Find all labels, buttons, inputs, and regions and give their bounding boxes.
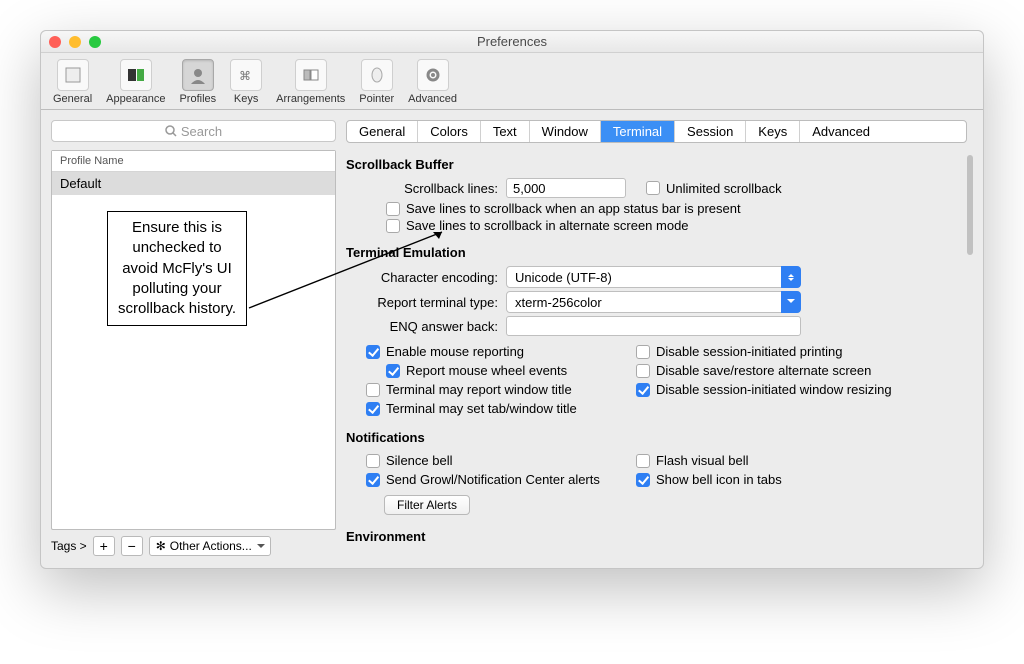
annotation-callout: Ensure this is unchecked to avoid McFly'…	[107, 211, 247, 326]
keys-icon: ⌘	[230, 59, 262, 91]
filter-alerts-button[interactable]: Filter Alerts	[384, 495, 470, 515]
unlimited-scrollback-checkbox[interactable]: Unlimited scrollback	[646, 181, 782, 196]
search-input[interactable]: Search	[51, 120, 336, 142]
other-actions-menu[interactable]: ✻Other Actions...	[149, 536, 271, 556]
toolbar-arrangements[interactable]: Arrangements	[270, 57, 351, 107]
profile-row-default[interactable]: Default	[52, 172, 335, 195]
tab-colors[interactable]: Colors	[418, 121, 481, 142]
scrollbar[interactable]	[967, 155, 973, 544]
set-window-title-checkbox[interactable]: Terminal may set tab/window title	[366, 401, 616, 416]
tab-keys[interactable]: Keys	[746, 121, 800, 142]
tab-window[interactable]: Window	[530, 121, 601, 142]
settings-pane: Scrollback Buffer Scrollback lines: Unli…	[346, 151, 973, 556]
scrollback-lines-field[interactable]	[506, 178, 626, 198]
scrollback-lines-label: Scrollback lines:	[346, 181, 506, 196]
search-icon	[165, 125, 177, 137]
disable-resize-checkbox[interactable]: Disable session-initiated window resizin…	[636, 382, 892, 397]
sidebar-bottom-bar: Tags > + − ✻Other Actions...	[51, 536, 336, 556]
toolbar-keys[interactable]: ⌘Keys	[224, 57, 268, 107]
remove-profile-button[interactable]: −	[121, 536, 143, 556]
enq-label: ENQ answer back:	[346, 319, 506, 334]
tab-session[interactable]: Session	[675, 121, 746, 142]
sidebar: Search Profile Name Default Ensure this …	[51, 120, 336, 556]
profiles-icon	[182, 59, 214, 91]
encoding-label: Character encoding:	[346, 270, 506, 285]
profile-list: Profile Name Default Ensure this is unch…	[51, 150, 336, 530]
tab-terminal[interactable]: Terminal	[601, 121, 675, 142]
main-content: General Colors Text Window Terminal Sess…	[346, 120, 973, 556]
encoding-select[interactable]	[506, 266, 801, 288]
arrangements-icon	[295, 59, 327, 91]
toolbar-advanced[interactable]: Advanced	[402, 57, 463, 107]
tab-advanced[interactable]: Advanced	[800, 121, 882, 142]
toolbar: General Appearance Profiles ⌘Keys Arrang…	[41, 53, 983, 110]
profile-tabs: General Colors Text Window Terminal Sess…	[346, 120, 967, 143]
scrollback-section-title: Scrollback Buffer	[346, 157, 965, 172]
save-altscreen-checkbox[interactable]: Save lines to scrollback in alternate sc…	[386, 218, 965, 233]
svg-text:⌘: ⌘	[239, 69, 251, 83]
window-title: Preferences	[41, 34, 983, 49]
disable-save-alt-checkbox[interactable]: Disable save/restore alternate screen	[636, 363, 892, 378]
emulation-section-title: Terminal Emulation	[346, 245, 965, 260]
disable-printing-checkbox[interactable]: Disable session-initiated printing	[636, 344, 892, 359]
environment-section-title: Environment	[346, 529, 965, 544]
tab-general[interactable]: General	[347, 121, 418, 142]
growl-checkbox[interactable]: Send Growl/Notification Center alerts	[366, 472, 616, 487]
flash-bell-checkbox[interactable]: Flash visual bell	[636, 453, 886, 468]
profile-header: Profile Name	[52, 151, 335, 172]
tab-text[interactable]: Text	[481, 121, 530, 142]
add-profile-button[interactable]: +	[93, 536, 115, 556]
mouse-wheel-checkbox[interactable]: Report mouse wheel events	[386, 363, 616, 378]
save-statusbar-checkbox[interactable]: Save lines to scrollback when an app sta…	[386, 201, 965, 216]
notifications-section-title: Notifications	[346, 430, 965, 445]
general-icon	[57, 59, 89, 91]
show-bell-checkbox[interactable]: Show bell icon in tabs	[636, 472, 886, 487]
toolbar-general[interactable]: General	[47, 57, 98, 107]
tags-label[interactable]: Tags >	[51, 539, 87, 553]
toolbar-appearance[interactable]: Appearance	[100, 57, 171, 107]
appearance-icon	[120, 59, 152, 91]
report-type-select[interactable]	[506, 291, 801, 313]
titlebar: Preferences	[41, 31, 983, 53]
silence-bell-checkbox[interactable]: Silence bell	[366, 453, 616, 468]
gear-icon	[417, 59, 449, 91]
enq-field[interactable]	[506, 316, 801, 336]
pointer-icon	[361, 59, 393, 91]
report-type-label: Report terminal type:	[346, 295, 506, 310]
toolbar-pointer[interactable]: Pointer	[353, 57, 400, 107]
report-window-title-checkbox[interactable]: Terminal may report window title	[366, 382, 616, 397]
toolbar-profiles[interactable]: Profiles	[173, 57, 222, 107]
preferences-window: Preferences General Appearance Profiles …	[40, 30, 984, 569]
mouse-reporting-checkbox[interactable]: Enable mouse reporting	[366, 344, 616, 359]
